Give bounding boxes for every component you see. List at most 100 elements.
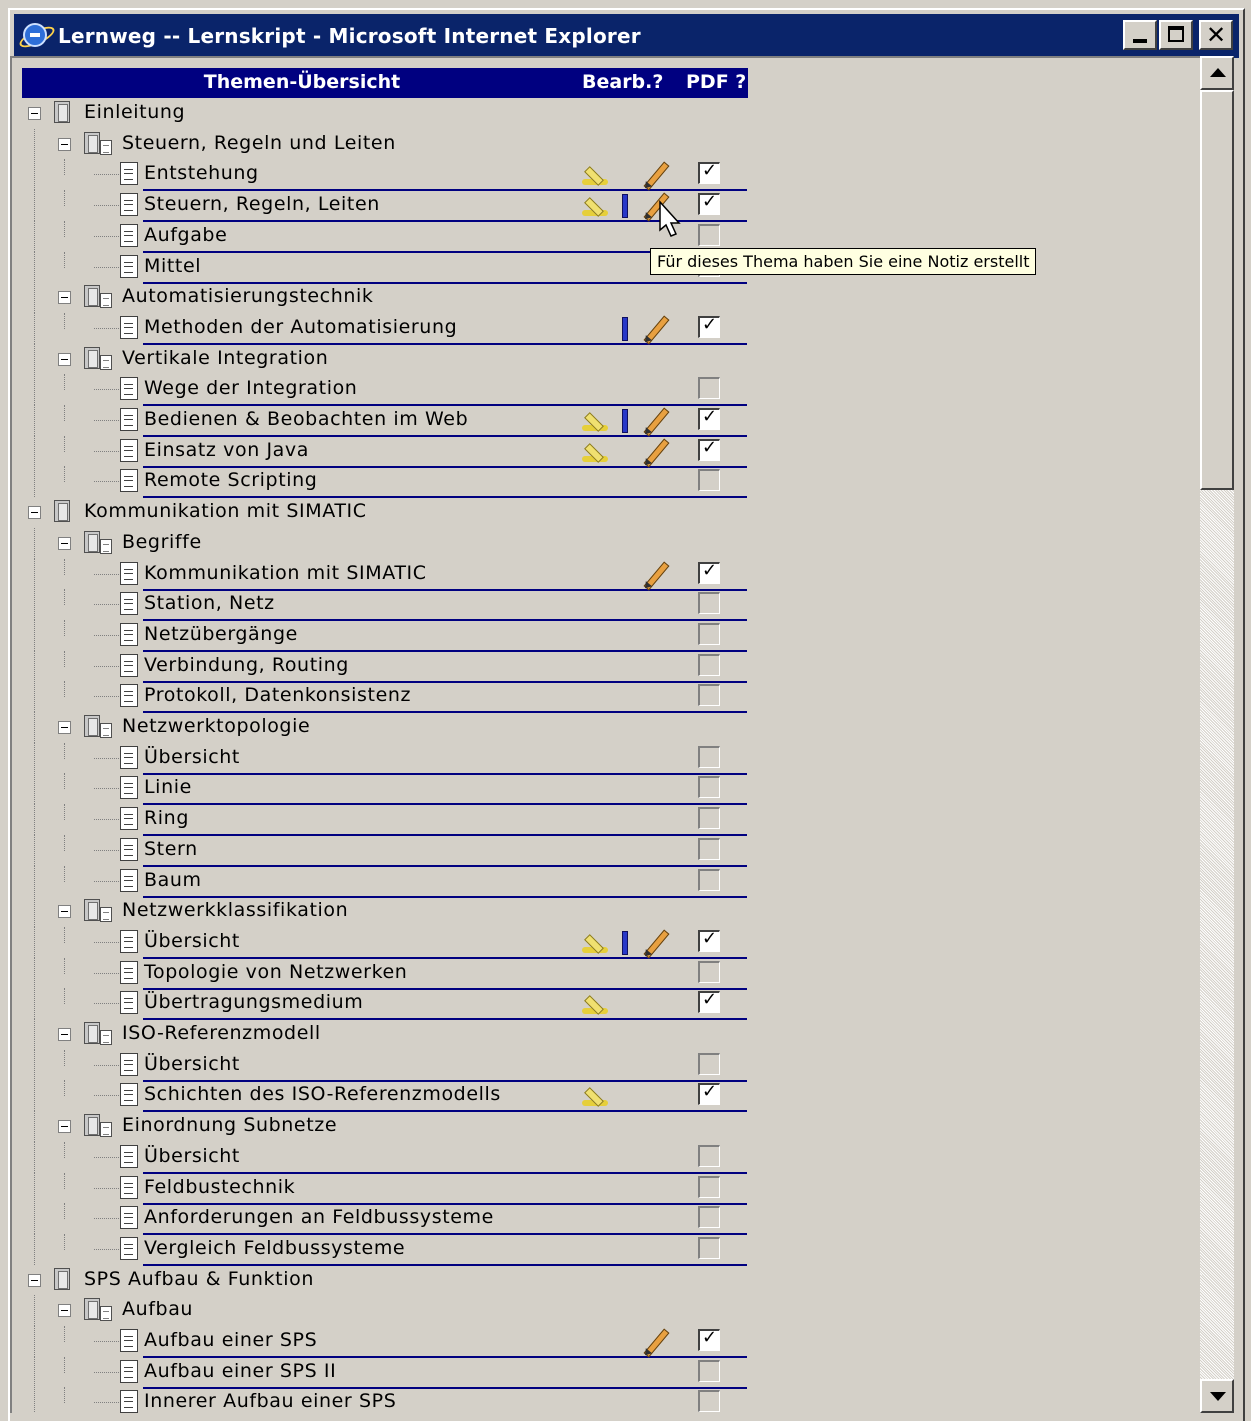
subchapter-row[interactable]: ISO-Referenzmodell — [12, 1019, 772, 1050]
topic-label[interactable]: Übersicht — [144, 1145, 240, 1167]
pencil-icon[interactable] — [640, 315, 674, 345]
collapse-icon[interactable] — [58, 1120, 71, 1134]
pdf-checkbox[interactable] — [698, 469, 720, 492]
collapse-icon[interactable] — [58, 1304, 71, 1318]
pdf-checkbox[interactable] — [698, 223, 720, 246]
topic-row[interactable]: Übersicht — [12, 1141, 772, 1174]
topic-row[interactable]: Schichten des ISO-Referenzmodells ✓ — [12, 1080, 772, 1113]
highlighter-icon[interactable] — [582, 1084, 612, 1108]
scroll-thumb[interactable] — [1200, 90, 1234, 490]
close-button[interactable]: ✕ — [1199, 20, 1233, 50]
bookmark-bar-icon[interactable] — [622, 409, 628, 433]
collapse-icon[interactable] — [58, 905, 71, 919]
pdf-checkbox[interactable]: ✓ — [698, 407, 720, 430]
collapse-icon[interactable] — [28, 506, 41, 520]
collapse-icon[interactable] — [58, 536, 71, 550]
collapse-icon[interactable] — [28, 1273, 41, 1287]
pdf-checkbox[interactable] — [698, 868, 720, 891]
topic-row[interactable]: Wege der Integration — [12, 374, 772, 407]
pencil-icon[interactable] — [640, 438, 674, 468]
topic-row[interactable]: Übersicht — [12, 742, 772, 775]
pdf-checkbox[interactable] — [698, 653, 720, 676]
topic-label[interactable]: Übersicht — [144, 746, 240, 768]
topic-label[interactable]: Übersicht — [144, 1053, 240, 1075]
pdf-checkbox[interactable] — [698, 684, 720, 707]
subchapter-label[interactable]: Netzwerktopologie — [122, 715, 310, 737]
topic-label[interactable]: Station, Netz — [144, 592, 275, 614]
pdf-checkbox[interactable] — [698, 1052, 720, 1075]
chapter-label[interactable]: Einleitung — [84, 101, 185, 123]
subchapter-label[interactable]: Automatisierungstechnik — [122, 285, 373, 307]
topic-label[interactable]: Linie — [144, 776, 192, 798]
topic-row[interactable]: Feldbustechnik — [12, 1172, 772, 1205]
topic-label[interactable]: Feldbustechnik — [144, 1176, 295, 1198]
topic-label[interactable]: Aufgabe — [144, 224, 227, 246]
pdf-checkbox[interactable] — [698, 1144, 720, 1167]
topic-label[interactable]: Übertragungsmedium — [144, 991, 363, 1013]
topic-label[interactable]: Anforderungen an Feldbussysteme — [144, 1206, 494, 1228]
topic-label[interactable]: Steuern, Regeln, Leiten — [144, 193, 380, 215]
minimize-button[interactable] — [1123, 20, 1157, 50]
topic-row[interactable]: Protokoll, Datenkonsistenz — [12, 681, 772, 714]
pdf-checkbox[interactable]: ✓ — [698, 928, 720, 952]
topic-row[interactable]: Übersicht ✓ — [12, 926, 772, 959]
pdf-checkbox[interactable] — [698, 1236, 720, 1259]
topic-label[interactable]: Baum — [144, 869, 202, 891]
highlighter-icon[interactable] — [582, 992, 612, 1016]
collapse-icon[interactable] — [58, 721, 71, 734]
topic-label[interactable]: Kommunikation mit SIMATIC — [144, 562, 427, 584]
pdf-checkbox[interactable] — [698, 807, 720, 830]
topic-row[interactable]: Methoden der Automatisierung ✓ — [12, 312, 772, 345]
bookmark-bar-icon[interactable] — [622, 316, 628, 341]
collapse-icon[interactable] — [58, 137, 71, 151]
collapse-icon[interactable] — [28, 107, 41, 120]
highlighter-icon[interactable] — [582, 931, 612, 955]
topic-label[interactable]: Verbindung, Routing — [144, 654, 349, 676]
pdf-checkbox[interactable] — [698, 1390, 720, 1413]
pdf-checkbox[interactable]: ✓ — [698, 560, 720, 584]
vertical-scrollbar[interactable] — [1200, 56, 1234, 1413]
topic-label[interactable]: Vergleich Feldbussysteme — [144, 1237, 405, 1259]
internet-explorer-icon[interactable] — [16, 21, 58, 52]
topic-row[interactable]: Entstehung ✓ — [12, 159, 772, 192]
subchapter-label[interactable]: ISO-Referenzmodell — [122, 1022, 321, 1044]
subchapter-row[interactable]: Einordnung Subnetze — [12, 1111, 772, 1143]
subchapter-label[interactable]: Aufbau — [122, 1298, 193, 1320]
pdf-checkbox[interactable]: ✓ — [698, 990, 720, 1014]
pdf-checkbox[interactable]: ✓ — [698, 437, 720, 461]
subchapter-row[interactable]: Steuern, Regeln und Leiten — [12, 128, 772, 160]
topic-label[interactable]: Wege der Integration — [144, 377, 357, 399]
subchapter-row[interactable]: Netzwerkklassifikation — [12, 896, 772, 928]
subchapter-label[interactable]: Einordnung Subnetze — [122, 1114, 337, 1136]
title-bar[interactable]: Lernweg -- Lernskript - Microsoft Intern… — [14, 14, 1239, 58]
topic-row[interactable]: Vergleich Feldbussysteme — [12, 1233, 772, 1266]
pencil-icon[interactable] — [640, 1328, 674, 1358]
pdf-checkbox[interactable] — [698, 592, 720, 615]
topic-label[interactable]: Aufbau einer SPS II — [144, 1360, 336, 1382]
subchapter-label[interactable]: Vertikale Integration — [122, 347, 328, 369]
collapse-icon[interactable] — [58, 352, 71, 366]
pdf-checkbox[interactable] — [698, 745, 720, 768]
chapter-label[interactable]: Kommunikation mit SIMATIC — [84, 500, 367, 522]
topic-row[interactable]: Verbindung, Routing — [12, 650, 772, 683]
pencil-icon[interactable] — [640, 560, 674, 591]
topic-label[interactable]: Aufbau einer SPS — [144, 1329, 317, 1351]
topic-label[interactable]: Stern — [144, 838, 198, 860]
topic-label[interactable]: Ring — [144, 807, 189, 829]
highlighter-icon[interactable] — [582, 194, 612, 218]
topic-label[interactable]: Netzübergänge — [144, 623, 298, 645]
topic-row[interactable]: Linie — [12, 773, 772, 806]
subchapter-label[interactable]: Steuern, Regeln und Leiten — [122, 132, 396, 154]
subchapter-row[interactable]: Netzwerktopologie — [12, 712, 772, 743]
chapter-row[interactable]: Kommunikation mit SIMATIC — [12, 497, 772, 528]
topic-label[interactable]: Einsatz von Java — [144, 439, 309, 461]
pencil-icon[interactable] — [640, 161, 674, 192]
pdf-checkbox[interactable] — [698, 960, 720, 983]
topic-label[interactable]: Schichten des ISO-Referenzmodells — [144, 1083, 501, 1105]
pdf-checkbox[interactable] — [698, 837, 720, 860]
topic-row[interactable]: Aufbau einer SPS ✓ — [12, 1326, 772, 1358]
chapter-row[interactable]: SPS Aufbau & Funktion — [12, 1265, 772, 1296]
topic-row[interactable]: Innerer Aufbau einer SPS — [12, 1387, 772, 1413]
pdf-checkbox[interactable] — [698, 776, 720, 799]
topic-row[interactable]: Netzübergänge — [12, 619, 772, 652]
